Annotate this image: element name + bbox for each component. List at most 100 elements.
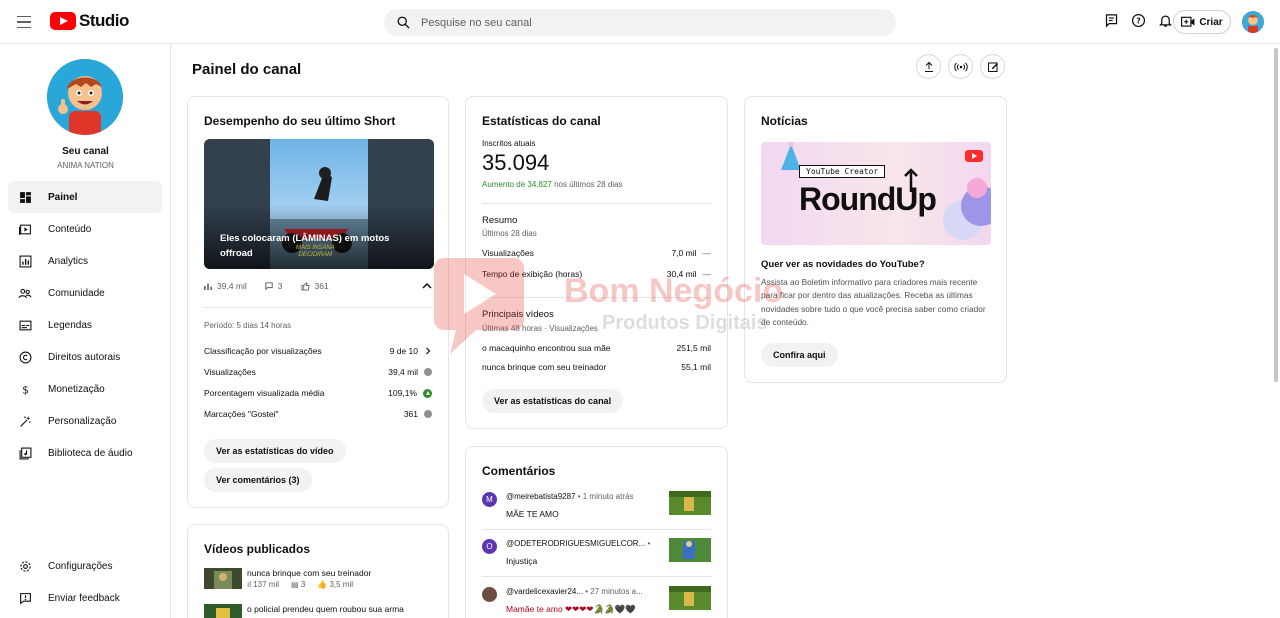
commenter-avatar[interactable]: M (482, 492, 497, 507)
published-video-item[interactable]: o policial prendeu quem roubou sua arma (204, 604, 432, 618)
metric-value: 39,4 mil (388, 367, 418, 377)
sidebar-item-enviar-feedback[interactable]: Enviar feedback (8, 582, 162, 614)
upload-button[interactable] (916, 54, 941, 79)
metric-label: Classificação por visualizações (204, 346, 322, 356)
community-icon (18, 286, 32, 300)
top-video-title[interactable]: nunca brinque com seu treinador (482, 362, 606, 372)
top-video-row[interactable]: nunca brinque com seu treinador 55,1 mil (482, 362, 711, 372)
published-video-item[interactable]: nunca brinque com seu treinador ıl 137 m… (204, 568, 432, 594)
create-button[interactable]: Criar (1173, 10, 1231, 34)
sidebar-item-label: Enviar feedback (48, 592, 120, 604)
short-comments-value: 3 (277, 281, 283, 291)
comments-icon[interactable] (1103, 12, 1120, 29)
comment-item[interactable]: @vardelicexavier24... • 27 minutos a... … (482, 585, 711, 618)
video-thumbnail[interactable] (204, 568, 242, 589)
channel-stats-button[interactable]: Ver as estatísticas do canal (482, 389, 624, 413)
comment-time: • 1 minuto atrás (577, 492, 634, 501)
comments-card-title: Comentários (482, 464, 556, 478)
short-caption-line-2: DECIDIRAM (298, 252, 333, 258)
short-period: Período: 5 dias 14 horas (204, 321, 292, 330)
edit-post-icon (987, 62, 998, 72)
search-input[interactable] (421, 16, 861, 29)
content-icon (18, 222, 32, 236)
short-card-title: Desempenho do seu último Short (204, 114, 396, 128)
video-stats: ıl 137 mil ▤ 3 👍 3,5 mil (247, 580, 353, 589)
video-stats-button[interactable]: Ver as estatísticas do vídeo (204, 439, 346, 463)
top-video-views: 55,1 mil (681, 362, 711, 372)
summary-period: Últimos 28 dias (482, 229, 537, 238)
channel-avatar[interactable] (47, 59, 123, 135)
go-live-button[interactable] (948, 54, 973, 79)
metric-row-likes: Marcações "Gostei" 361 (204, 409, 432, 419)
summary-row-views: Visualizações 7,0 mil — (482, 248, 711, 258)
info-icon[interactable] (424, 410, 432, 418)
comment-time: • 27 minutos a... (585, 587, 643, 596)
video-title[interactable]: nunca brinque com seu treinador (247, 568, 371, 578)
feedback-icon (18, 591, 32, 605)
sidebar-item-configuracoes[interactable]: Configurações (8, 550, 162, 582)
trend-up-icon[interactable] (423, 388, 432, 398)
sidebar-item-biblioteca-de-audio[interactable]: Biblioteca de áudio (8, 437, 162, 469)
sidebar-item-analytics[interactable]: Analytics (8, 245, 162, 277)
search-bar[interactable] (384, 9, 896, 36)
sidebar-item-label: Analytics (48, 255, 89, 267)
top-video-title[interactable]: o macaquinho encontrou sua mãe (482, 343, 611, 353)
short-caption: MAIS INSANA DECIDIRAM (296, 245, 335, 259)
create-post-button[interactable] (980, 54, 1005, 79)
logo-text: Studio (79, 11, 129, 30)
video-title[interactable]: o policial prendeu quem roubou sua arma (247, 604, 404, 614)
top-video-views: 251,5 mil (676, 343, 712, 353)
account-avatar[interactable] (1242, 11, 1264, 33)
sidebar-item-painel[interactable]: Painel (8, 181, 162, 213)
sidebar-item-label: Direitos autorais (48, 351, 121, 363)
collapse-chevron-icon[interactable] (420, 279, 434, 293)
summary-title: Resumo (482, 215, 518, 226)
metric-value: 9 de 10 (389, 346, 418, 356)
comment-video-thumbnail[interactable] (669, 491, 711, 515)
help-icon[interactable]: ? (1130, 12, 1147, 29)
short-likes-stat: 361 (300, 281, 329, 291)
commenter-avatar[interactable]: O (482, 539, 497, 554)
view-comments-button[interactable]: Ver comentários (3) (204, 468, 312, 492)
news-banner[interactable]: YouTube Creator RoundUp (761, 142, 991, 245)
summary-trend: — (702, 248, 712, 258)
notifications-bell-icon[interactable] (1157, 12, 1174, 29)
comments-card: Comentários M @meirebatista9287 • 1 minu… (465, 446, 728, 618)
sidebar-item-legendas[interactable]: Legendas (8, 309, 162, 341)
comment-item[interactable]: O @ODETERODRIGUESMIGUELCOR... • Injustiç… (482, 537, 711, 577)
svg-text:$: $ (22, 384, 29, 396)
comment-text: Injustiça (506, 556, 538, 566)
monetization-icon: $ (18, 382, 32, 396)
commenter-avatar[interactable] (482, 587, 497, 602)
sidebar-item-comunidade[interactable]: Comunidade (8, 277, 162, 309)
sidebar-item-label: Conteúdo (48, 223, 92, 235)
comment-video-thumbnail[interactable] (669, 586, 711, 610)
info-icon[interactable] (424, 368, 432, 376)
sidebar-item-personalizacao[interactable]: Personalização (8, 405, 162, 437)
subscribers-change-value: Aumento de 34.827 (482, 180, 552, 189)
metric-row-avg-viewed: Porcentagem visualizada média 109,1% (204, 388, 432, 398)
short-thumbnail[interactable]: Eles colocaram (LÂMINAS) em motos offroa… (204, 139, 434, 269)
short-caption-line-1: MAIS INSANA (296, 245, 335, 251)
sidebar-item-monetizacao[interactable]: $ Monetização (8, 373, 162, 405)
comment-author: @ODETERODRIGUESMIGUELCOR... (506, 539, 646, 548)
youtube-studio-logo[interactable]: Studio (50, 11, 129, 31)
divider (482, 576, 711, 577)
video-thumbnail[interactable] (204, 604, 242, 618)
news-cta-button[interactable]: Confira aqui (761, 343, 838, 367)
comment-author: @meirebatista9287 (506, 492, 576, 501)
metric-row-views: Visualizações 39,4 mil (204, 367, 432, 377)
comment-video-thumbnail[interactable] (669, 538, 711, 562)
metric-row-rank[interactable]: Classificação por visualizações 9 de 10 (204, 346, 432, 356)
menu-icon[interactable] (14, 12, 34, 32)
top-video-row[interactable]: o macaquinho encontrou sua mãe 251,5 mil (482, 343, 711, 353)
news-banner-big-text: RoundUp (799, 181, 937, 217)
news-card-title: Notícias (761, 114, 808, 128)
scrollbar[interactable] (1274, 48, 1278, 382)
search-icon (397, 16, 410, 29)
comment-item[interactable]: M @meirebatista9287 • 1 minuto atrás MÃE… (482, 490, 711, 530)
sidebar-item-direitos-autorais[interactable]: Direitos autorais (8, 341, 162, 373)
sidebar-item-label: Monetização (48, 383, 105, 395)
dashboard-icon (18, 190, 32, 204)
sidebar-item-conteudo[interactable]: Conteúdo (8, 213, 162, 245)
